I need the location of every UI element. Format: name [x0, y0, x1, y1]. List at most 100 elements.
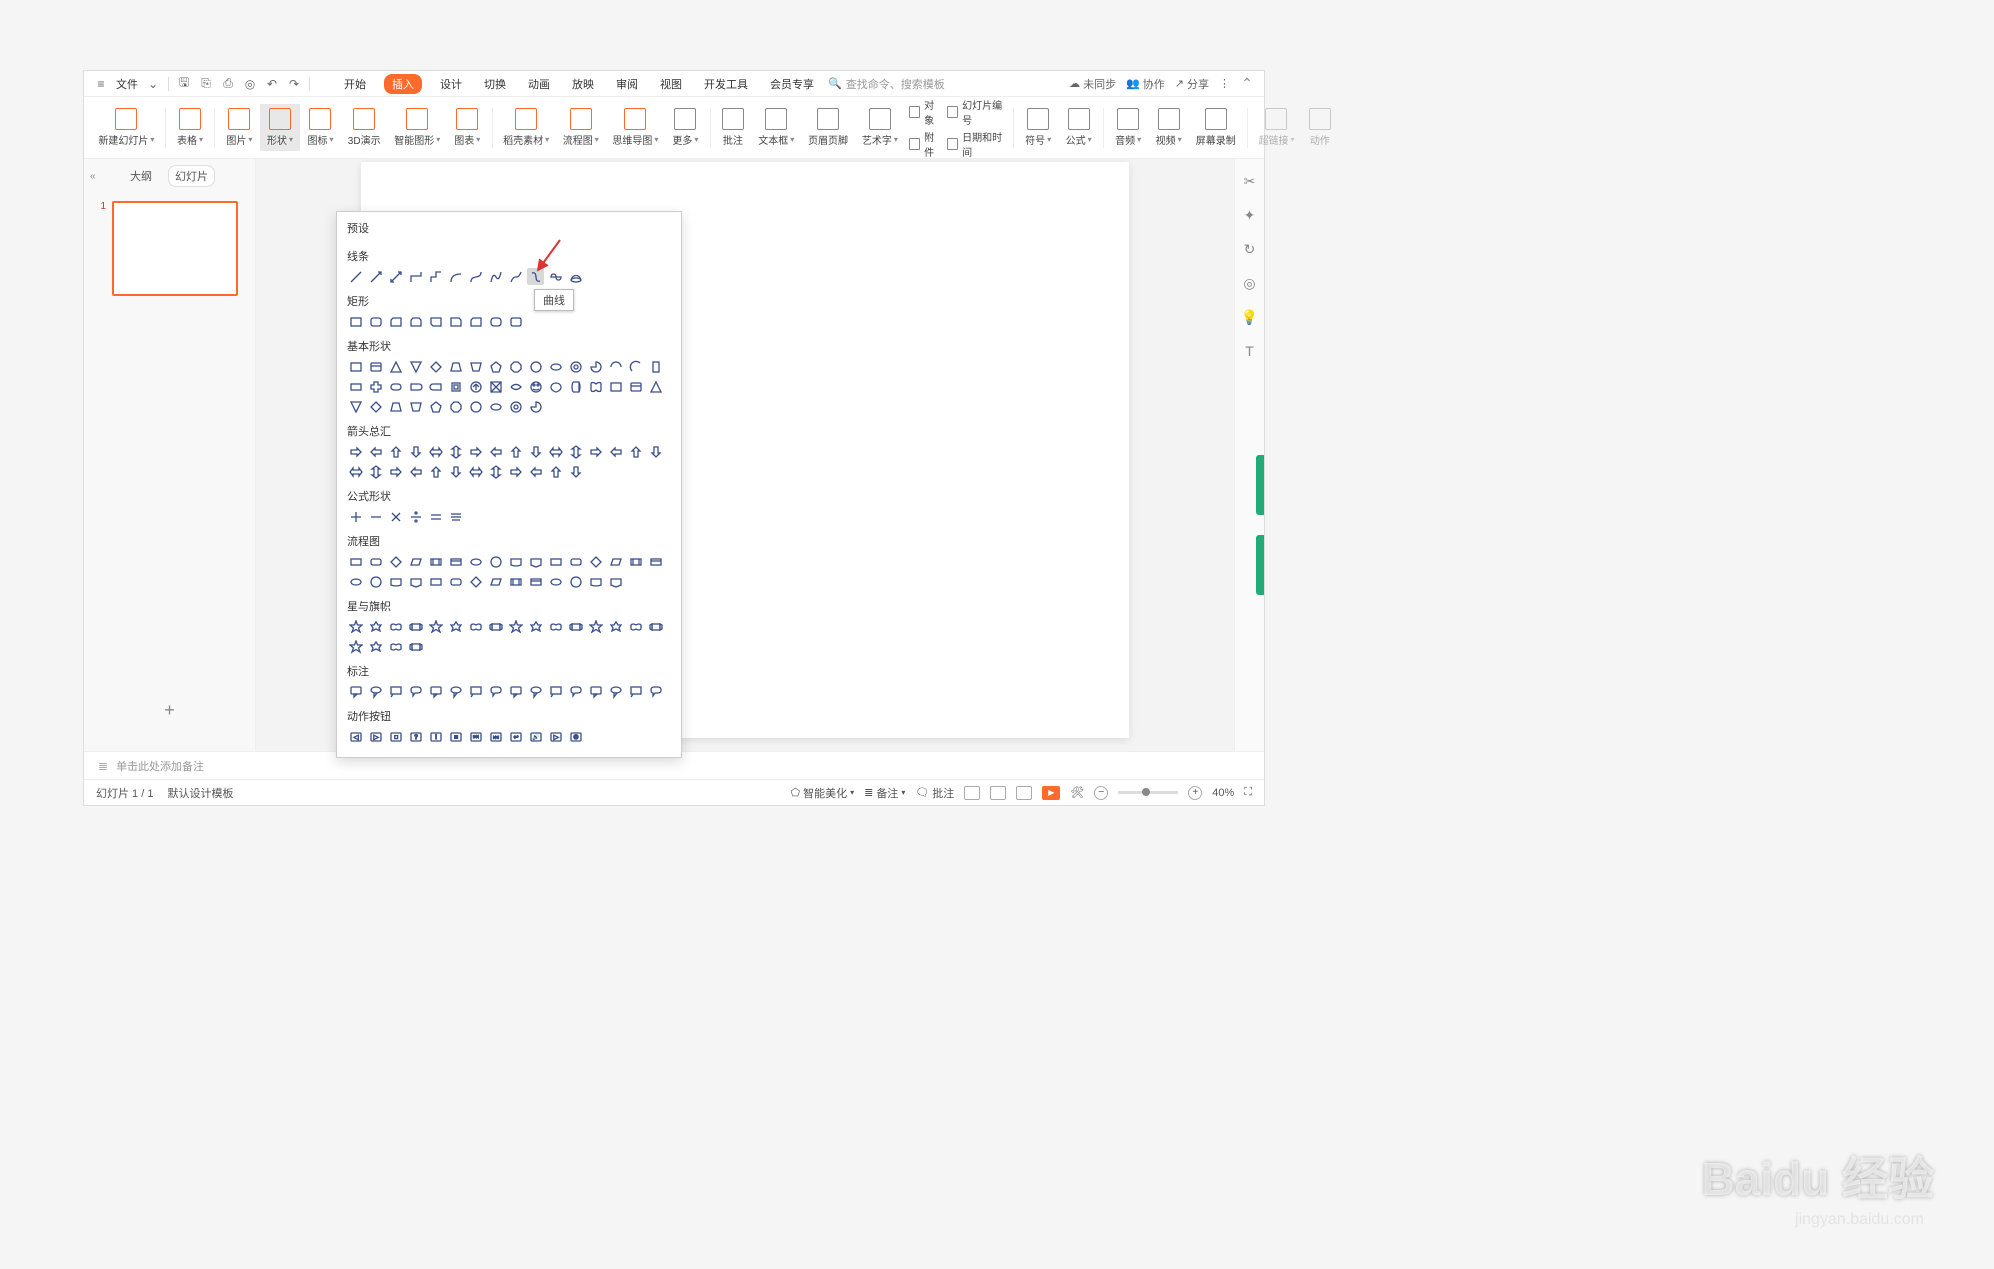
- tools-button[interactable]: 🛠: [1070, 786, 1084, 799]
- ribbon-docer[interactable]: 稻壳素材▾: [496, 104, 555, 151]
- sd-arrows-shape-20[interactable]: [427, 463, 444, 480]
- target-icon[interactable]: ◎: [1242, 275, 1258, 291]
- sd-eq-shape-0[interactable]: [347, 508, 364, 525]
- sd-callout-shape-4[interactable]: [427, 683, 444, 700]
- sd-flow-shape-11[interactable]: [567, 553, 584, 570]
- sd-arrows-shape-7[interactable]: [487, 443, 504, 460]
- sd-callout-shape-3[interactable]: [407, 683, 424, 700]
- sd-lines-shape-2[interactable]: [387, 268, 404, 285]
- sd-stars-shape-17[interactable]: [367, 638, 384, 655]
- sd-basic-shape-32[interactable]: [347, 398, 364, 415]
- sd-basic-shape-41[interactable]: [527, 398, 544, 415]
- sd-arrows-shape-24[interactable]: [507, 463, 524, 480]
- sd-arrows-shape-14[interactable]: [627, 443, 644, 460]
- sd-basic-shape-1[interactable]: [367, 358, 384, 375]
- sd-eq-shape-1[interactable]: [367, 508, 384, 525]
- sd-flow-shape-22[interactable]: [467, 573, 484, 590]
- print-preview-icon[interactable]: ⎘: [199, 77, 213, 91]
- sd-basic-shape-36[interactable]: [427, 398, 444, 415]
- sd-rects-shape-1[interactable]: [367, 313, 384, 330]
- sd-action-shape-1[interactable]: ▶: [367, 728, 384, 745]
- sd-rects-shape-8[interactable]: [507, 313, 524, 330]
- side-handle-1[interactable]: [1256, 455, 1264, 515]
- sd-basic-shape-37[interactable]: [447, 398, 464, 415]
- scissors-icon[interactable]: ✂: [1242, 173, 1258, 189]
- save-icon[interactable]: 🖫: [177, 77, 191, 91]
- sd-arrows-shape-23[interactable]: [487, 463, 504, 480]
- sd-basic-shape-26[interactable]: [547, 378, 564, 395]
- tab-devtools[interactable]: 开发工具: [700, 74, 752, 94]
- menu-icon[interactable]: ≡: [94, 77, 108, 91]
- play-button[interactable]: ▶: [1042, 786, 1060, 800]
- ribbon-wordart[interactable]: 艺术字▾: [855, 104, 905, 151]
- sd-flow-shape-12[interactable]: [587, 553, 604, 570]
- sd-rects-shape-3[interactable]: [407, 313, 424, 330]
- panel-tab-slides[interactable]: 幻灯片: [168, 165, 215, 187]
- sd-rects-shape-6[interactable]: [467, 313, 484, 330]
- sd-callout-shape-9[interactable]: [527, 683, 544, 700]
- sd-flow-shape-28[interactable]: [587, 573, 604, 590]
- sd-arrows-shape-3[interactable]: [407, 443, 424, 460]
- ribbon-shapes[interactable]: 形状▾: [260, 104, 301, 151]
- ribbon-audio[interactable]: 音频▾: [1108, 104, 1149, 151]
- file-menu[interactable]: 文件: [116, 76, 138, 92]
- sd-arrows-shape-18[interactable]: [387, 463, 404, 480]
- sd-stars-shape-2[interactable]: [387, 618, 404, 635]
- ribbon-object[interactable]: 对象: [909, 97, 943, 127]
- sd-basic-shape-12[interactable]: [587, 358, 604, 375]
- sd-flow-shape-4[interactable]: [427, 553, 444, 570]
- sd-lines-shape-3[interactable]: [407, 268, 424, 285]
- sd-flow-shape-5[interactable]: [447, 553, 464, 570]
- sd-lines-shape-9[interactable]: [527, 268, 544, 285]
- view-reading-icon[interactable]: [1016, 786, 1032, 800]
- sd-basic-shape-16[interactable]: [347, 378, 364, 395]
- sd-arrows-shape-0[interactable]: [347, 443, 364, 460]
- sd-lines-shape-8[interactable]: [507, 268, 524, 285]
- sd-lines-shape-6[interactable]: [467, 268, 484, 285]
- sd-basic-shape-39[interactable]: [487, 398, 504, 415]
- sd-flow-shape-27[interactable]: [567, 573, 584, 590]
- sd-arrows-shape-26[interactable]: [547, 463, 564, 480]
- sd-stars-shape-13[interactable]: [607, 618, 624, 635]
- collapse-ribbon-icon[interactable]: ⌃: [1240, 77, 1254, 91]
- more-icon[interactable]: ⋮: [1219, 77, 1230, 90]
- zoom-percent[interactable]: 40%: [1212, 787, 1234, 799]
- sd-arrows-shape-10[interactable]: [547, 443, 564, 460]
- sd-stars-shape-11[interactable]: [567, 618, 584, 635]
- replay-icon[interactable]: ↻: [1242, 241, 1258, 257]
- ribbon-flowchart[interactable]: 流程图▾: [556, 104, 606, 151]
- sd-callout-shape-1[interactable]: [367, 683, 384, 700]
- tab-view[interactable]: 视图: [656, 74, 686, 94]
- sd-stars-shape-16[interactable]: [347, 638, 364, 655]
- sd-flow-shape-29[interactable]: [607, 573, 624, 590]
- tab-review[interactable]: 审阅: [612, 74, 642, 94]
- sd-action-shape-9[interactable]: 🔊: [527, 728, 544, 745]
- sd-action-shape-7[interactable]: ⏭: [487, 728, 504, 745]
- sd-basic-shape-4[interactable]: [427, 358, 444, 375]
- sd-arrows-shape-5[interactable]: [447, 443, 464, 460]
- bulb-icon[interactable]: 💡: [1242, 309, 1258, 325]
- sd-flow-shape-13[interactable]: [607, 553, 624, 570]
- magic-icon[interactable]: ✦: [1242, 207, 1258, 223]
- sd-flow-shape-6[interactable]: [467, 553, 484, 570]
- sd-eq-shape-5[interactable]: [447, 508, 464, 525]
- sd-basic-shape-30[interactable]: [627, 378, 644, 395]
- sd-flow-shape-3[interactable]: [407, 553, 424, 570]
- sd-flow-shape-2[interactable]: [387, 553, 404, 570]
- sd-eq-shape-2[interactable]: [387, 508, 404, 525]
- tab-transition[interactable]: 切换: [480, 74, 510, 94]
- ribbon-screen-record[interactable]: 屏幕录制: [1189, 104, 1243, 151]
- slide-thumb-1[interactable]: [112, 201, 238, 296]
- sd-arrows-shape-16[interactable]: [347, 463, 364, 480]
- sd-flow-shape-21[interactable]: [447, 573, 464, 590]
- sd-callout-shape-2[interactable]: [387, 683, 404, 700]
- sd-basic-shape-18[interactable]: [387, 378, 404, 395]
- coop-button[interactable]: 👥 协作: [1126, 76, 1165, 92]
- sd-flow-shape-8[interactable]: [507, 553, 524, 570]
- sd-callout-shape-7[interactable]: [487, 683, 504, 700]
- sd-arrows-shape-25[interactable]: [527, 463, 544, 480]
- view-sorter-icon[interactable]: [990, 786, 1006, 800]
- sd-basic-shape-14[interactable]: [627, 358, 644, 375]
- sd-basic-shape-8[interactable]: [507, 358, 524, 375]
- sd-arrows-shape-13[interactable]: [607, 443, 624, 460]
